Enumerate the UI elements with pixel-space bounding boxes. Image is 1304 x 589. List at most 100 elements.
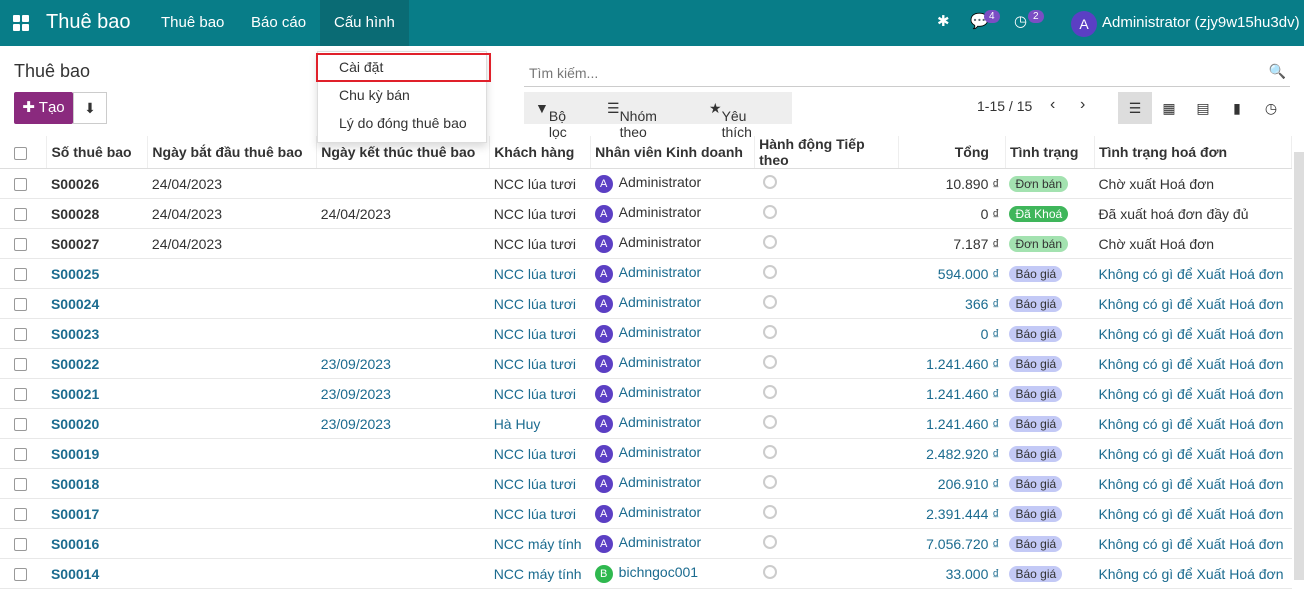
next-activity-cell[interactable] bbox=[754, 348, 899, 379]
clock-icon[interactable] bbox=[762, 565, 777, 579]
clock-icon[interactable] bbox=[762, 415, 777, 429]
graph-view-icon[interactable]: ▮ bbox=[1220, 92, 1254, 124]
col-next-activity[interactable]: Hành động Tiếp theo bbox=[754, 136, 899, 169]
subscription-number[interactable]: S00020 bbox=[46, 408, 148, 439]
subscription-number[interactable]: S00027 bbox=[46, 228, 148, 259]
kanban-view-icon[interactable]: ▦ bbox=[1152, 92, 1186, 124]
list-view-icon[interactable]: ☰ bbox=[1118, 92, 1152, 124]
pager-value[interactable]: 1-15 / 15 bbox=[977, 98, 1032, 114]
clock-icon[interactable] bbox=[762, 505, 777, 519]
row-checkbox[interactable] bbox=[0, 528, 47, 559]
chat-icon[interactable]: 💬 4 bbox=[970, 10, 1000, 30]
subscription-number[interactable]: S00016 bbox=[46, 528, 148, 559]
subscription-number[interactable]: S00022 bbox=[46, 348, 148, 379]
next-activity-cell[interactable] bbox=[754, 228, 899, 259]
clock-icon[interactable] bbox=[762, 445, 777, 459]
table-row[interactable]: S00025 NCC lúa tươi A Administrator 594.000 … bbox=[0, 258, 1292, 289]
search-icon[interactable]: 🔍 bbox=[1269, 63, 1286, 80]
row-checkbox[interactable] bbox=[0, 408, 47, 439]
subscription-number[interactable]: S00026 bbox=[46, 168, 148, 199]
subscription-number[interactable]: S00028 bbox=[46, 198, 148, 229]
table-row[interactable]: S00024 NCC lúa tươi A Administrator 366 ₫ Báo… bbox=[0, 288, 1292, 319]
table-row[interactable]: S00016 NCC máy tính A Administrator 7.056.72… bbox=[0, 528, 1292, 559]
col-invoice-status[interactable]: Tình trạng hoá đơn bbox=[1094, 136, 1293, 169]
next-activity-cell[interactable] bbox=[754, 378, 899, 409]
row-checkbox[interactable] bbox=[0, 288, 47, 319]
col-total[interactable]: Tổng bbox=[898, 136, 1006, 169]
group-by-button[interactable]: ☰ Nhóm theo bbox=[607, 100, 657, 140]
table-row[interactable]: S00014 NCC máy tính Bbichngoc001 33.000 ₫ Bá… bbox=[0, 558, 1292, 589]
next-activity-cell[interactable] bbox=[754, 198, 899, 229]
prev-page-icon[interactable]: ‹ bbox=[1050, 96, 1055, 114]
next-activity-cell[interactable] bbox=[754, 288, 899, 319]
user-avatar[interactable]: A bbox=[1071, 11, 1097, 37]
next-page-icon[interactable]: › bbox=[1080, 96, 1085, 114]
menu-reporting[interactable]: Báo cáo bbox=[251, 14, 306, 31]
clock-icon[interactable] bbox=[762, 295, 777, 309]
dropdown-item-sale-cycle[interactable]: Chu kỳ bán bbox=[339, 87, 410, 103]
col-salesperson[interactable]: Nhân viên Kinh doanh bbox=[590, 136, 756, 169]
row-checkbox[interactable] bbox=[0, 438, 47, 469]
activity-view-icon[interactable]: ◷ bbox=[1254, 92, 1288, 124]
clock-icon[interactable] bbox=[762, 475, 777, 489]
menu-configuration[interactable]: Cấu hình bbox=[320, 0, 409, 46]
table-row[interactable]: S00028 24/04/2023 24/04/2023 NCC lúa tươi A A… bbox=[0, 198, 1292, 229]
next-activity-cell[interactable] bbox=[754, 468, 899, 499]
clock-icon[interactable] bbox=[762, 355, 777, 369]
table-row[interactable]: S00027 24/04/2023 NCC lúa tươi A Administrat… bbox=[0, 228, 1292, 259]
user-name[interactable]: Administrator (zjy9w15hu3dv) bbox=[1102, 14, 1300, 31]
favorites-button[interactable]: ★ Yêu thích bbox=[709, 100, 752, 140]
row-checkbox[interactable] bbox=[0, 168, 47, 199]
table-row[interactable]: S00019 NCC lúa tươi A Administrator 2.482.92… bbox=[0, 438, 1292, 469]
table-row[interactable]: S00026 24/04/2023 NCC lúa tươi A Administrat… bbox=[0, 168, 1292, 199]
subscription-number[interactable]: S00017 bbox=[46, 498, 148, 529]
table-row[interactable]: S00018 NCC lúa tươi A Administrator 206.910 … bbox=[0, 468, 1292, 499]
row-checkbox[interactable] bbox=[0, 468, 47, 499]
row-checkbox[interactable] bbox=[0, 558, 47, 589]
create-button[interactable]: ✚ Tạo bbox=[14, 92, 73, 124]
col-status[interactable]: Tình trạng bbox=[1005, 136, 1095, 169]
subscription-number[interactable]: S00018 bbox=[46, 468, 148, 499]
table-row[interactable]: S00017 NCC lúa tươi A Administrator 2.391.44… bbox=[0, 498, 1292, 529]
filter-button[interactable]: ▼ Bộ lọc bbox=[535, 100, 567, 140]
clock-icon[interactable] bbox=[762, 205, 777, 219]
activity-icon[interactable]: ◷ 2 bbox=[1014, 10, 1044, 30]
subscription-number[interactable]: S00019 bbox=[46, 438, 148, 469]
download-button[interactable]: ⬇ bbox=[73, 92, 107, 124]
search-bar[interactable]: Tìm kiếm... 🔍 bbox=[524, 59, 1290, 87]
col-start-date[interactable]: Ngày bắt đầu thuê bao bbox=[147, 136, 318, 169]
row-checkbox[interactable] bbox=[0, 378, 47, 409]
subscription-number[interactable]: S00014 bbox=[46, 558, 148, 589]
vertical-scrollbar[interactable] bbox=[1294, 152, 1304, 580]
next-activity-cell[interactable] bbox=[754, 168, 899, 199]
next-activity-cell[interactable] bbox=[754, 498, 899, 529]
next-activity-cell[interactable] bbox=[754, 558, 899, 589]
row-checkbox[interactable] bbox=[0, 348, 47, 379]
search-input[interactable]: Tìm kiếm... bbox=[529, 65, 598, 81]
table-row[interactable]: S00021 23/09/2023 NCC lúa tươi A Administrat… bbox=[0, 378, 1292, 409]
next-activity-cell[interactable] bbox=[754, 438, 899, 469]
row-checkbox[interactable] bbox=[0, 228, 47, 259]
clock-icon[interactable] bbox=[762, 175, 777, 189]
select-all-checkbox[interactable] bbox=[0, 136, 48, 169]
col-customer[interactable]: Khách hàng bbox=[489, 136, 592, 169]
debug-icon[interactable]: ✱ bbox=[937, 12, 950, 30]
app-title[interactable]: Thuê bao bbox=[46, 11, 131, 34]
subscription-number[interactable]: S00025 bbox=[46, 258, 148, 289]
clock-icon[interactable] bbox=[762, 535, 777, 549]
row-checkbox[interactable] bbox=[0, 318, 47, 349]
table-row[interactable]: S00020 23/09/2023 Hà Huy A Administrator 1.24… bbox=[0, 408, 1292, 439]
subscription-number[interactable]: S00024 bbox=[46, 288, 148, 319]
clock-icon[interactable] bbox=[762, 265, 777, 279]
next-activity-cell[interactable] bbox=[754, 528, 899, 559]
row-checkbox[interactable] bbox=[0, 498, 47, 529]
menu-subscriptions[interactable]: Thuê bao bbox=[161, 14, 224, 31]
row-checkbox[interactable] bbox=[0, 198, 47, 229]
row-checkbox[interactable] bbox=[0, 258, 47, 289]
apps-menu-icon[interactable] bbox=[13, 15, 29, 31]
dropdown-item-close-reason[interactable]: Lý do đóng thuê bao bbox=[339, 115, 467, 131]
clock-icon[interactable] bbox=[762, 325, 777, 339]
subscription-number[interactable]: S00021 bbox=[46, 378, 148, 409]
next-activity-cell[interactable] bbox=[754, 258, 899, 289]
table-row[interactable]: S00022 23/09/2023 NCC lúa tươi A Administrat… bbox=[0, 348, 1292, 379]
